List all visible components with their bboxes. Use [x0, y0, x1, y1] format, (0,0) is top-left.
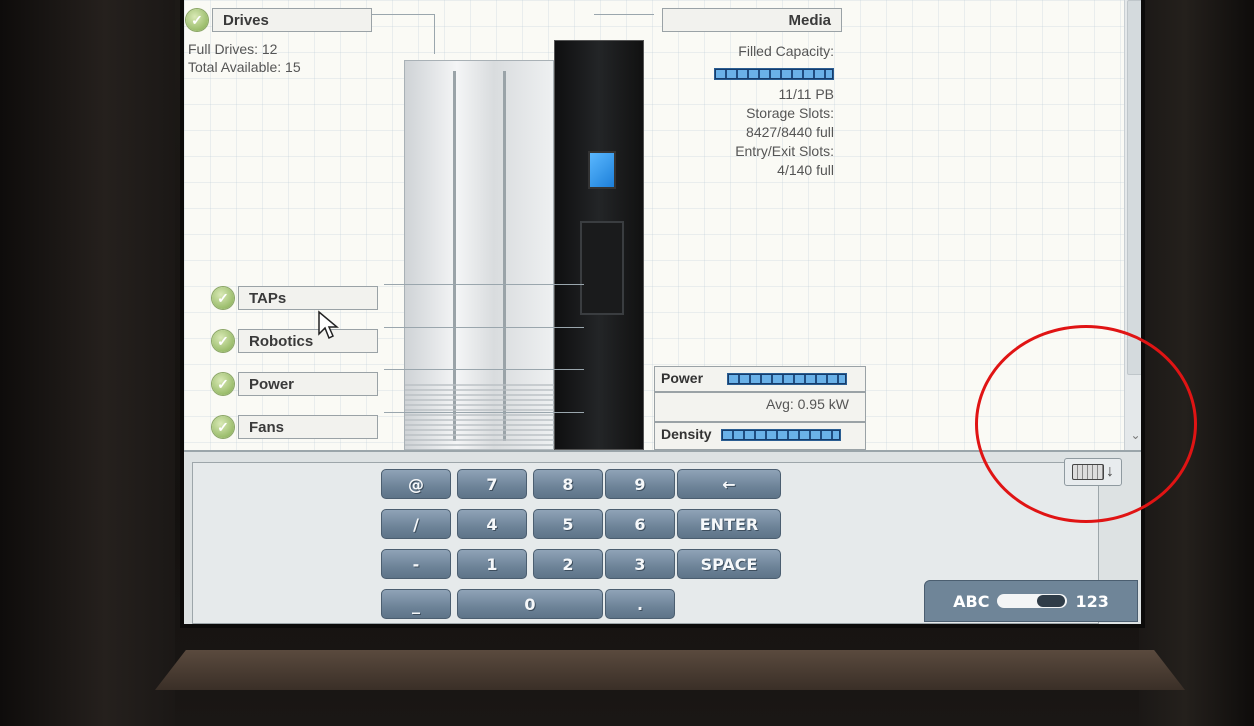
key-underscore[interactable]: _	[381, 589, 451, 619]
tower-io-door	[580, 221, 624, 315]
check-icon: ✓	[212, 287, 234, 309]
scroll-thumb[interactable]	[1127, 0, 1141, 375]
bezel-ledge	[155, 650, 1185, 690]
backspace-key[interactable]: ←	[677, 469, 781, 499]
fans-status[interactable]: ✓ Fans	[212, 415, 378, 439]
key-8[interactable]: 8	[533, 469, 603, 499]
storage-slots-value: 8427/8440 full	[746, 124, 834, 140]
power-average: Avg: 0.95 kW	[654, 392, 866, 422]
key-2[interactable]: 2	[533, 549, 603, 579]
red-annotation-circle	[975, 325, 1197, 523]
drives-status[interactable]: ✓ Drives	[186, 8, 372, 32]
density-meter-label: Density	[661, 426, 712, 442]
drives-label: Drives	[212, 8, 372, 32]
power-gauge-fill	[728, 375, 845, 384]
switch-knob	[1037, 595, 1066, 607]
media-label[interactable]: Media	[662, 8, 842, 32]
keyboard-mode-toggle[interactable]: ABC 123	[924, 580, 1138, 622]
density-meter[interactable]: Density	[654, 422, 866, 450]
check-icon: ✓	[212, 330, 234, 352]
mode-switch[interactable]	[997, 594, 1068, 608]
key-period[interactable]: .	[605, 589, 675, 619]
robotics-label: Robotics	[238, 329, 378, 353]
tower-front	[554, 40, 644, 450]
leader-line	[594, 14, 654, 15]
tower-side	[404, 60, 555, 461]
mode-abc-label: ABC	[953, 591, 990, 611]
leader-line	[384, 284, 584, 285]
key-3[interactable]: 3	[605, 549, 675, 579]
library-tower-image	[404, 40, 644, 461]
key-0[interactable]: 0	[457, 589, 603, 619]
density-gauge	[721, 429, 842, 442]
library-status-panel: ✓ Drives Full Drives: 12 Total Available…	[184, 0, 1124, 461]
enter-key[interactable]: ENTER	[677, 509, 781, 539]
entry-exit-slots-label: Entry/Exit Slots:	[735, 143, 834, 159]
key-at[interactable]: @	[381, 469, 451, 499]
fans-label: Fans	[238, 415, 378, 439]
full-drives-text: Full Drives: 12	[188, 41, 278, 57]
mode-123-label: 123	[1075, 591, 1109, 611]
entry-exit-slots-value: 4/140 full	[777, 162, 834, 178]
leader-line	[384, 369, 584, 370]
pointer-cursor-icon	[318, 310, 339, 340]
key-9[interactable]: 9	[605, 469, 675, 499]
power-status[interactable]: ✓ Power	[212, 372, 378, 396]
space-key[interactable]: SPACE	[677, 549, 781, 579]
filled-capacity-value: 11/11 PB	[778, 86, 834, 102]
tower-display	[588, 151, 616, 189]
robotics-status[interactable]: ✓ Robotics	[212, 329, 378, 353]
filled-capacity-fill	[716, 70, 832, 79]
key-minus[interactable]: -	[381, 549, 451, 579]
power-meter[interactable]: Power	[654, 366, 866, 392]
key-7[interactable]: 7	[457, 469, 527, 499]
bezel-left	[0, 0, 175, 726]
power-meter-label: Power	[661, 370, 704, 386]
power-gauge	[726, 373, 847, 386]
check-icon: ✓	[186, 9, 208, 31]
touch-screen: ✓ Drives Full Drives: 12 Total Available…	[180, 0, 1145, 628]
power-status-label: Power	[238, 372, 378, 396]
density-gauge-fill	[723, 431, 840, 440]
taps-status[interactable]: ✓ TAPs	[212, 286, 378, 310]
taps-label: TAPs	[238, 286, 378, 310]
storage-slots-label: Storage Slots:	[746, 105, 834, 121]
filled-capacity-gauge	[664, 64, 834, 83]
key-6[interactable]: 6	[605, 509, 675, 539]
leader-line	[384, 327, 584, 328]
leader-line	[434, 14, 435, 54]
tower-vent	[405, 381, 555, 461]
key-4[interactable]: 4	[457, 509, 527, 539]
key-1[interactable]: 1	[457, 549, 527, 579]
total-available-text: Total Available: 15	[188, 59, 301, 75]
filled-capacity-label: Filled Capacity:	[738, 43, 834, 59]
filled-capacity-bar	[714, 68, 834, 81]
key-5[interactable]: 5	[533, 509, 603, 539]
check-icon: ✓	[212, 416, 234, 438]
leader-line	[384, 412, 584, 413]
key-slash[interactable]: /	[381, 509, 451, 539]
check-icon: ✓	[212, 373, 234, 395]
media-details: Filled Capacity: 11/11 PB Storage Slots:…	[664, 42, 834, 180]
